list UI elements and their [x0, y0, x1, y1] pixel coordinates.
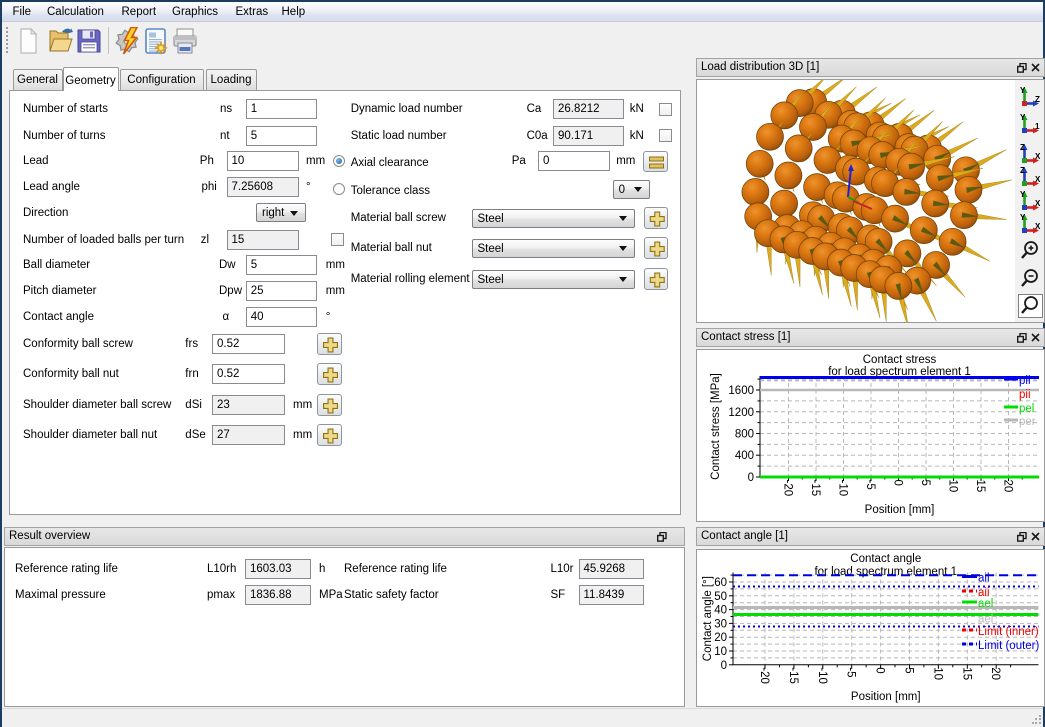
svg-text:X: X — [1035, 222, 1041, 231]
svg-text:ail: ail — [978, 572, 990, 584]
svg-text:0: 0 — [874, 667, 886, 673]
svg-text:Y: Y — [1020, 190, 1026, 199]
svg-text:400: 400 — [735, 450, 754, 462]
svg-text:Limit (outer): Limit (outer) — [978, 640, 1040, 652]
svg-text:Z: Z — [1020, 143, 1025, 152]
svg-text:10: 10 — [714, 646, 727, 658]
svg-text:for load spectrum element 1: for load spectrum element 1 — [814, 566, 957, 578]
svg-text:1: 1 — [1035, 122, 1040, 131]
svg-text:Position [mm]: Position [mm] — [851, 691, 921, 703]
svg-text:Contact stress [MPa]: Contact stress [MPa] — [710, 373, 722, 480]
svg-text:50: 50 — [714, 590, 727, 602]
svg-text:Z: Z — [1035, 95, 1040, 104]
svg-text:40: 40 — [714, 604, 727, 616]
svg-text:0: 0 — [721, 659, 727, 671]
svg-text:X: X — [1035, 152, 1041, 161]
svg-text:pii: pii — [1019, 389, 1031, 401]
svg-text:20: 20 — [1002, 480, 1014, 493]
svg-text:20: 20 — [989, 667, 1001, 680]
svg-text:15: 15 — [974, 480, 986, 493]
svg-text:5: 5 — [903, 667, 915, 673]
svg-text:20: 20 — [714, 632, 727, 644]
svg-text:15: 15 — [960, 667, 972, 680]
svg-text:pil: pil — [1019, 375, 1031, 387]
svg-text:pel: pel — [1019, 403, 1034, 415]
svg-text:per: per — [1019, 416, 1036, 428]
svg-text:Contact stress: Contact stress — [863, 354, 937, 366]
svg-text:Limit (inner): Limit (inner) — [978, 626, 1039, 638]
svg-text:ael: ael — [978, 598, 993, 610]
svg-text:Contact angle: Contact angle — [850, 553, 921, 565]
svg-text:10: 10 — [947, 480, 959, 493]
svg-text:-5: -5 — [864, 480, 876, 490]
svg-text:-15: -15 — [787, 667, 799, 684]
svg-text:-20: -20 — [758, 667, 770, 684]
svg-text:Z: Z — [1020, 166, 1025, 175]
svg-text:10: 10 — [931, 667, 943, 680]
svg-text:ael: ael — [978, 613, 993, 625]
svg-text:-20: -20 — [782, 480, 794, 497]
svg-text:-10: -10 — [816, 667, 828, 684]
svg-text:Y: Y — [1020, 113, 1026, 122]
svg-text:1600: 1600 — [728, 385, 754, 397]
svg-text:Y: Y — [1020, 213, 1026, 222]
svg-text:800: 800 — [735, 429, 754, 441]
svg-text:0: 0 — [892, 480, 904, 486]
svg-text:Position [mm]: Position [mm] — [865, 504, 935, 516]
svg-text:X: X — [1035, 199, 1041, 208]
svg-text:Y: Y — [1020, 86, 1026, 95]
svg-text:5: 5 — [919, 480, 931, 486]
svg-text:30: 30 — [714, 618, 727, 630]
svg-text:0: 0 — [748, 472, 754, 484]
svg-text:-15: -15 — [809, 480, 821, 497]
svg-text:60: 60 — [714, 577, 727, 589]
svg-text:-10: -10 — [837, 480, 849, 497]
svg-text:1200: 1200 — [728, 407, 754, 419]
svg-text:Contact angle [°]: Contact angle [°] — [702, 576, 714, 661]
svg-text:X: X — [1035, 175, 1041, 184]
svg-text:-5: -5 — [845, 667, 857, 677]
